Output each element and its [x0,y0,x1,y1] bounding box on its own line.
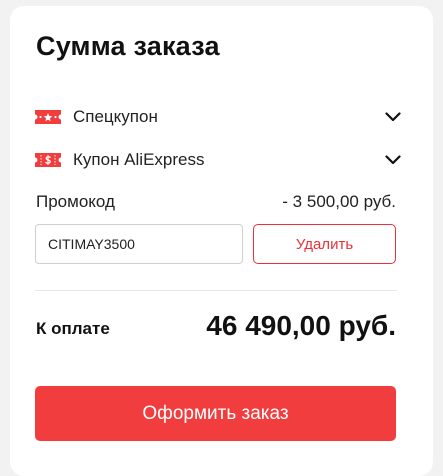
total-amount: 46 490,00 руб. [206,310,396,341]
divider [35,290,397,291]
order-summary-card: Сумма заказа Спецкупон Купон AliExpress … [10,6,433,476]
delete-promo-button[interactable]: Удалить [253,224,396,264]
special-coupon-label: Спецкупон [73,107,158,126]
page-title: Сумма заказа [36,31,220,61]
total-label: К оплате [36,319,110,338]
aliexpress-coupon-icon [33,151,63,169]
special-coupon-icon [33,108,63,126]
special-coupon-row[interactable]: Спецкупон [33,103,401,131]
aliexpress-coupon-label: Купон AliExpress [73,150,205,169]
aliexpress-coupon-row[interactable]: Купон AliExpress [33,146,401,174]
chevron-down-icon[interactable] [385,111,401,123]
promo-discount: - 3 500,00 руб. [282,192,396,211]
promo-row: Промокод - 3 500,00 руб. [36,192,396,212]
promo-code-input[interactable] [35,224,243,264]
checkout-button[interactable]: Оформить заказ [35,386,396,441]
promo-label: Промокод [36,192,115,211]
chevron-down-icon[interactable] [385,154,401,166]
